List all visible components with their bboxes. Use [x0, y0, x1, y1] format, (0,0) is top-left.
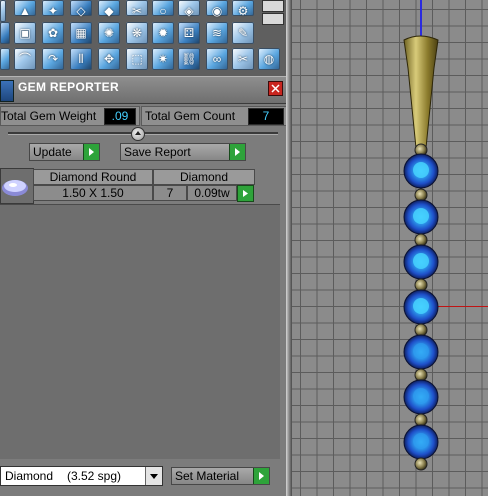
close-button[interactable] — [268, 81, 283, 96]
explode-icon[interactable]: ✷ — [152, 48, 174, 70]
set-material-label: Set Material — [175, 469, 240, 483]
panel-header: GEM REPORTER — [0, 76, 287, 104]
gem-reporter-icon — [0, 80, 14, 102]
halo-icon[interactable]: ▣ — [14, 22, 36, 44]
setting-icon[interactable]: ◇ — [70, 0, 92, 18]
link-icon[interactable]: ⚙ — [232, 0, 254, 18]
total-count-field: 7 — [248, 108, 284, 125]
curve-icon[interactable]: ❋ — [126, 22, 148, 44]
mirror-icon[interactable]: ⚃ — [178, 22, 200, 44]
twist-icon[interactable]: ∞ — [206, 48, 228, 70]
chevron-down-icon[interactable] — [145, 467, 162, 485]
left-panel: ▲ ✦ ◇ ◆ ✂ ○ ◈ ◉ ⚙ ▣ ✿ ▦ ✺ ❋ ✹ ⚃ ≋ ✎ ⌒ ↷ … — [0, 0, 287, 496]
pen-icon[interactable]: ✎ — [232, 22, 254, 44]
table-cell-count: 7 — [153, 185, 187, 201]
round-gem-icon — [2, 180, 28, 196]
array-icon[interactable]: ⫴ — [70, 48, 92, 70]
total-count-label: Total Gem Count — [145, 109, 236, 123]
gem-thumbnail[interactable] — [0, 168, 34, 204]
gem-list-area — [0, 204, 280, 459]
gem-icon[interactable] — [0, 0, 6, 22]
table-cell-weight: 0.09tw — [187, 185, 237, 201]
move-icon[interactable]: ✥ — [98, 48, 120, 70]
globe-icon[interactable]: ◍ — [258, 48, 280, 70]
total-count-group: Total Gem Count 7 — [141, 106, 287, 126]
spiral-icon[interactable]: ✺ — [98, 22, 120, 44]
play-arrow-icon — [243, 190, 248, 197]
pendant-model — [403, 35, 439, 471]
ring-icon[interactable]: ○ — [152, 0, 174, 18]
toolbar: ▲ ✦ ◇ ◆ ✂ ○ ◈ ◉ ⚙ ▣ ✿ ▦ ✺ ❋ ✹ ⚃ ≋ ✎ ⌒ ↷ … — [0, 0, 287, 76]
play-arrow-icon — [229, 144, 245, 160]
chain-icon[interactable]: ⛓ — [178, 48, 200, 70]
coil-icon[interactable]: ≋ — [206, 22, 228, 44]
table-header-material: Diamond — [153, 169, 255, 185]
update-button[interactable]: Update — [29, 143, 100, 161]
bend-icon[interactable]: ↷ — [42, 48, 64, 70]
total-weight-group: Total Gem Weight .09 — [0, 106, 140, 126]
splitter-handle[interactable] — [131, 127, 145, 141]
shear-icon[interactable]: ⬚ — [126, 48, 148, 70]
bead-icon[interactable]: ◉ — [206, 0, 228, 18]
set-material-button[interactable]: Set Material — [171, 467, 270, 485]
table-cell-size: 1.50 X 1.50 — [33, 185, 153, 201]
prong-icon[interactable]: ✦ — [42, 0, 64, 18]
material-name: Diamond — [5, 469, 54, 483]
save-report-label: Save Report — [124, 145, 191, 159]
flower-icon[interactable]: ✿ — [42, 22, 64, 44]
total-weight-field: .09 — [104, 108, 136, 125]
cutter-icon[interactable]: ✂ — [232, 48, 254, 70]
panel-toggle-2[interactable] — [262, 13, 284, 25]
curve-tool-icon[interactable]: ⌒ — [14, 48, 36, 70]
material-spg: (3.52 spg) — [67, 469, 122, 483]
table-header-shape: Diamond Round — [33, 169, 153, 185]
jewel-icon[interactable]: ◈ — [178, 0, 200, 18]
play-arrow-icon — [83, 144, 99, 160]
facet-icon[interactable]: ▦ — [70, 22, 92, 44]
close-icon — [271, 84, 280, 93]
pave-icon[interactable] — [0, 22, 10, 44]
panel-toggle-1[interactable] — [262, 0, 284, 12]
gem-chain — [403, 143, 439, 471]
save-report-button[interactable]: Save Report — [120, 143, 246, 161]
row-select-button[interactable] — [237, 185, 254, 202]
diamond-icon[interactable]: ▲ — [14, 0, 36, 18]
bezel-icon[interactable]: ◆ — [98, 0, 120, 18]
play-arrow-icon — [253, 468, 269, 484]
panel-title: GEM REPORTER — [18, 80, 119, 94]
3d-viewport[interactable] — [292, 0, 488, 496]
cut-icon[interactable]: ✂ — [126, 0, 148, 18]
update-label: Update — [33, 145, 72, 159]
pattern-icon[interactable]: ✹ — [152, 22, 174, 44]
material-select[interactable]: Diamond (3.52 spg) — [0, 466, 163, 486]
total-weight-label: Total Gem Weight — [1, 109, 97, 123]
arc-icon[interactable] — [0, 48, 10, 70]
